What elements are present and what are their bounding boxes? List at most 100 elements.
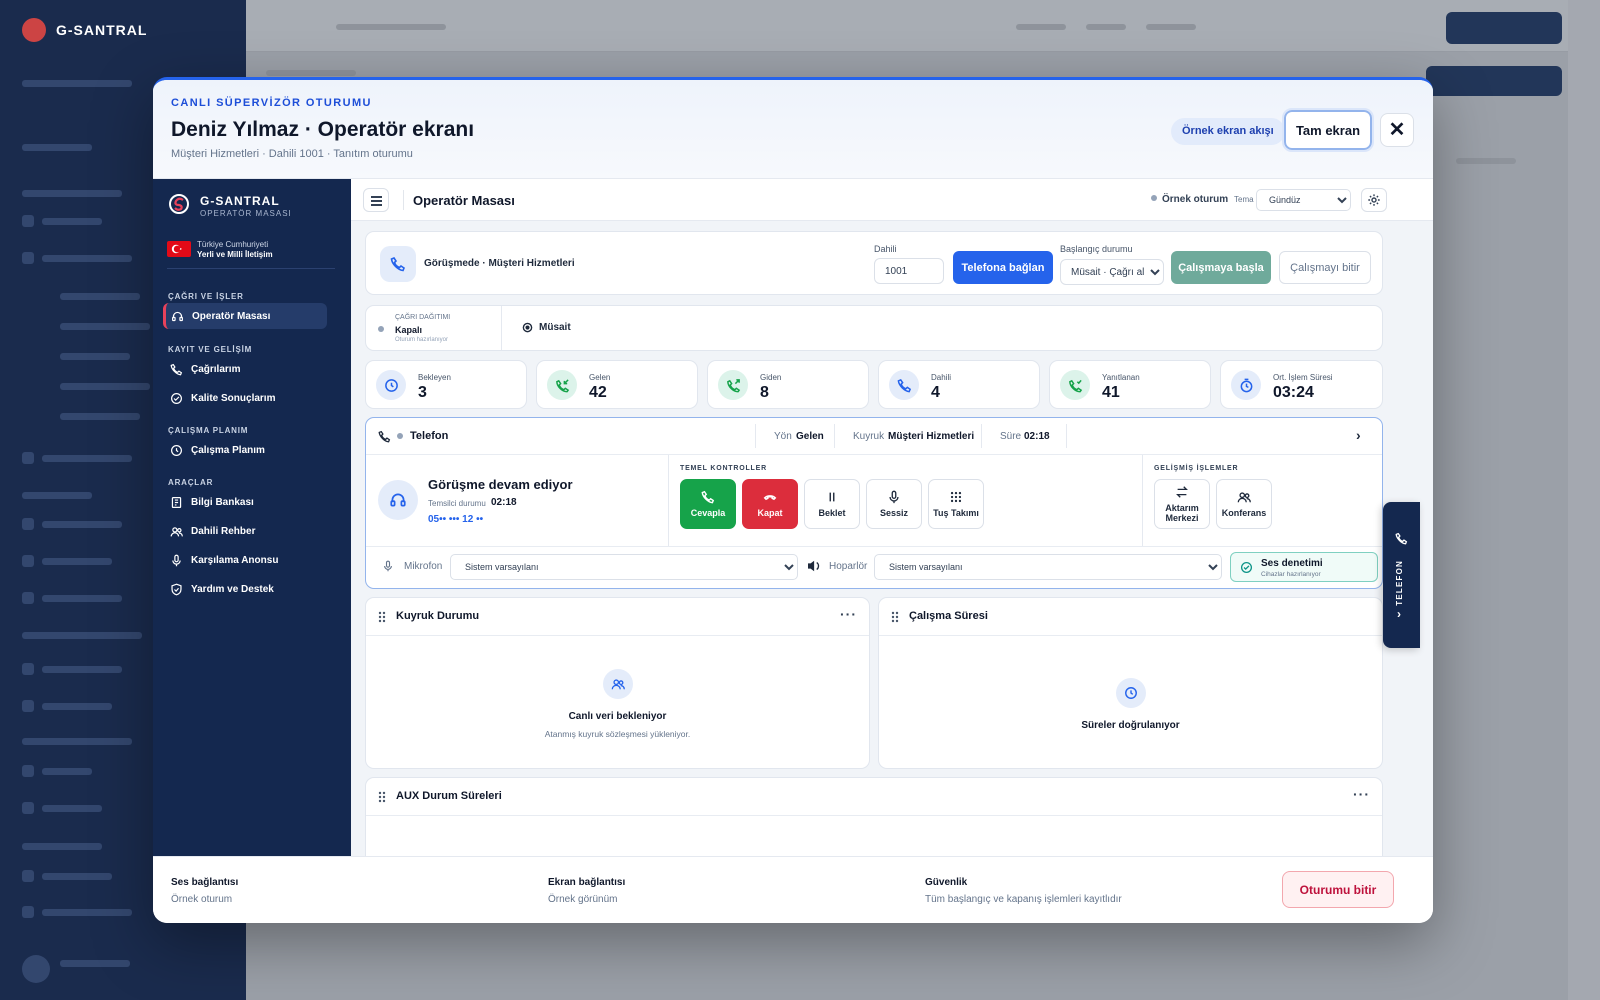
expand-chevron-icon[interactable]: ›	[1356, 427, 1361, 443]
section-title-calls: ÇAĞRI VE İŞLER	[168, 292, 244, 301]
drag-handle-icon[interactable]	[891, 611, 899, 623]
end-session-button[interactable]: Oturumu bitir	[1282, 871, 1394, 908]
menu-toggle-button[interactable]	[363, 188, 389, 212]
sidebar-item-quality[interactable]: Kalite Sonuçlarım	[163, 385, 327, 411]
sidebar-item-my-calls[interactable]: Çağrılarım	[163, 356, 327, 382]
check-badge-icon	[171, 392, 182, 404]
gov-line-1: Türkiye Cumhuriyeti	[197, 240, 269, 249]
keypad-button[interactable]: Tuş Takımı	[928, 479, 984, 529]
phone-icon	[701, 490, 715, 504]
start-status-select[interactable]: Müsait · Çağrı al	[1060, 259, 1164, 285]
fullscreen-button[interactable]: Tam ekran	[1282, 108, 1374, 152]
sidebar-item-greeting[interactable]: Karşılama Anonsu	[163, 547, 327, 573]
conference-button[interactable]: Konferans	[1216, 479, 1272, 529]
check-circle-icon	[1240, 561, 1253, 574]
answer-button[interactable]: Cevapla	[680, 479, 736, 529]
status-dot-icon	[1151, 195, 1157, 201]
direction-label: Yön	[774, 431, 792, 442]
connect-phone-button[interactable]: Telefona bağlan	[953, 251, 1053, 284]
connection-card: Görüşmede · Müşteri Hizmetleri Dahili Te…	[365, 231, 1383, 295]
mute-button[interactable]: Sessiz	[866, 479, 922, 529]
gear-icon	[1368, 194, 1380, 206]
work-time-panel: Çalışma Süresi Süreler doğrulanıyor	[878, 597, 1383, 769]
extension-label: Dahili	[874, 244, 897, 254]
sidebar-item-directory[interactable]: Dahili Rehber	[163, 518, 327, 544]
sidebar-item-help[interactable]: Yardım ve Destek	[163, 576, 327, 602]
footer-audio-label: Ses bağlantısı	[171, 877, 239, 888]
brand-name: G-SANTRAL	[200, 194, 280, 208]
section-title-tools: ARAÇLAR	[168, 478, 214, 487]
duration-value: 02:18	[1024, 431, 1050, 442]
phone-icon	[170, 363, 183, 375]
settings-button[interactable]	[1361, 188, 1387, 212]
stat-card-answered: Yanıtlanan 41	[1049, 360, 1211, 409]
drag-handle-icon[interactable]	[378, 791, 386, 803]
background-rail	[1568, 0, 1600, 1000]
extension-input[interactable]	[874, 258, 944, 284]
hold-button[interactable]: Beklet	[804, 479, 860, 529]
sidebar-item-label: Operatör Masası	[192, 310, 271, 322]
speaker-select[interactable]: Sistem varsayılanı	[874, 554, 1222, 580]
sidebar-item-label: Kalite Sonuçlarım	[191, 392, 276, 404]
drag-handle-icon[interactable]	[378, 611, 386, 623]
sidebar-item-knowledge-base[interactable]: Bilgi Bankası	[163, 489, 327, 515]
sidebar-item-label: Çalışma Planım	[191, 444, 265, 456]
phone-icon	[889, 370, 919, 400]
transfer-button[interactable]: Aktarım Merkezi	[1154, 479, 1210, 529]
g-santral-logo-icon	[169, 194, 189, 214]
close-modal-button[interactable]: ✕	[1380, 113, 1414, 147]
workspace-topbar: Operatör Masası Örnek oturum Tema Gündüz	[351, 179, 1433, 221]
section-title-plan: ÇALIŞMA PLANIM	[168, 426, 249, 435]
modal-footer: Ses bağlantısı Örnek oturum Ekran bağlan…	[153, 856, 1433, 923]
microphone-select[interactable]: Sistem varsayılanı	[450, 554, 798, 580]
phone-side-tab[interactable]: TELEFON ›	[1383, 502, 1420, 648]
more-options-icon[interactable]: ···	[1353, 786, 1370, 802]
availability-label: Müsait	[539, 322, 571, 333]
phone-icon	[1395, 532, 1408, 545]
session-label: Örnek oturum	[1162, 194, 1229, 205]
keypad-icon	[950, 491, 962, 503]
sample-flow-button[interactable]: Örnek ekran akışı	[1171, 118, 1285, 145]
stat-card-aht: Ort. İşlem Süresi 03:24	[1220, 360, 1383, 409]
workspace-title: Operatör Masası	[413, 193, 515, 208]
stat-card-outgoing: Giden 8	[707, 360, 869, 409]
keypad-label: Tuş Takımı	[933, 508, 979, 518]
sidebar-item-work-plan[interactable]: Çalışma Planım	[163, 437, 327, 463]
background-logo-icon	[22, 18, 46, 42]
operator-sidebar: G-SANTRAL OPERATÖR MASASI Türkiye Cumhur…	[153, 179, 351, 859]
advanced-title: GELİŞMİŞ İŞLEMLER	[1154, 465, 1239, 472]
start-status-label: Başlangıç durumu	[1060, 244, 1133, 254]
queue-status-panel: Kuyruk Durumu ··· Canlı veri bekleniyor …	[365, 597, 870, 769]
outgoing-call-icon	[718, 370, 748, 400]
mic-icon	[889, 490, 899, 504]
sidebar-item-operator-desk[interactable]: Operatör Masası	[163, 303, 327, 329]
turkey-flag-icon	[167, 241, 191, 257]
duration-label: Süre	[1000, 431, 1022, 442]
call-title: Görüşme devam ediyor	[428, 477, 573, 492]
incoming-call-icon	[547, 370, 577, 400]
stop-work-button[interactable]: Çalışmayı bitir	[1279, 251, 1371, 284]
headset-icon	[378, 480, 418, 520]
direction-value: Gelen	[796, 431, 824, 442]
stat-card-waiting: Bekleyen 3	[365, 360, 527, 409]
distribution-note: Oturum hazırlanıyor	[395, 337, 449, 343]
transfer-label-1: Aktarım	[1165, 503, 1199, 513]
sidebar-divider	[167, 268, 335, 269]
book-icon	[171, 496, 182, 508]
start-work-button[interactable]: Çalışmaya başla	[1171, 251, 1271, 284]
more-options-icon[interactable]: ···	[840, 606, 857, 622]
phone-panel: Telefon Yön Gelen Kuyruk Müşteri Hizmetl…	[365, 417, 1383, 589]
theme-select[interactable]: Gündüz	[1256, 189, 1351, 211]
timer-icon	[1231, 370, 1261, 400]
work-empty-title: Süreler doğrulanıyor	[1081, 720, 1180, 731]
speaker-label: Hoparlör	[829, 561, 868, 572]
distribution-dot-icon	[378, 326, 384, 332]
audio-check-button[interactable]: Ses denetimi Cihazlar hazırlanıyor	[1230, 552, 1378, 582]
stat-card-internal: Dahili 4	[878, 360, 1040, 409]
stat-label: Gelen	[589, 373, 611, 382]
hangup-button[interactable]: Kapat	[742, 479, 798, 529]
close-icon: ✕	[1388, 119, 1406, 141]
phone-title: Telefon	[410, 430, 449, 442]
stat-value: 8	[760, 384, 769, 401]
hangup-icon	[763, 495, 777, 501]
